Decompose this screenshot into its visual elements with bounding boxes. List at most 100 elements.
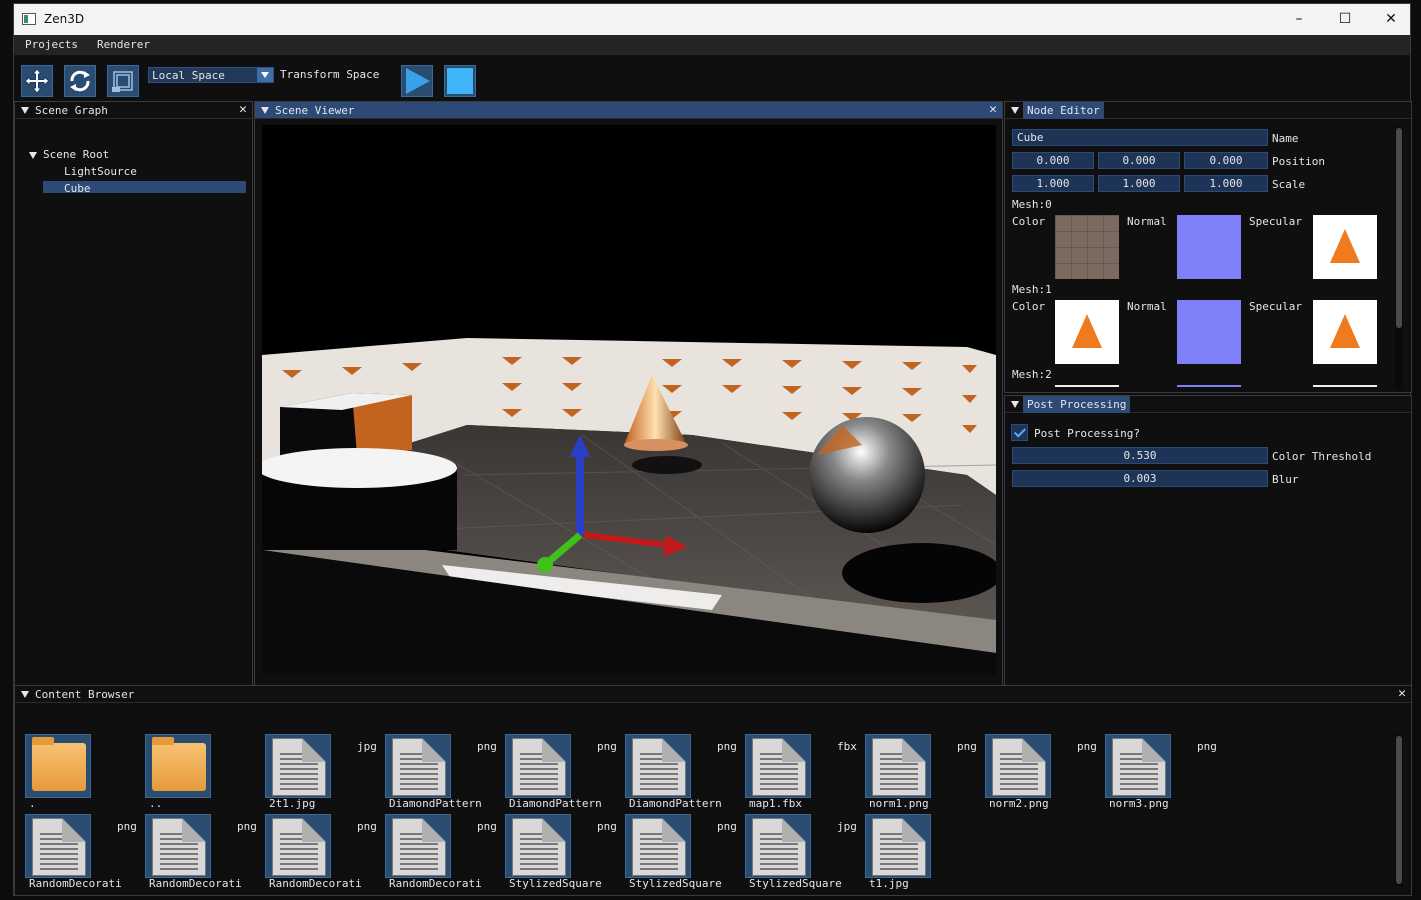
file-extension: jpg [357, 740, 377, 753]
file-icon[interactable] [505, 734, 571, 798]
transform-space-select[interactable]: Local Space [148, 67, 274, 83]
mesh-1-specular-texture[interactable] [1313, 300, 1377, 364]
collapse-triangle-icon[interactable] [261, 107, 269, 114]
menu-projects[interactable]: Projects [25, 38, 78, 51]
file-icon[interactable] [745, 814, 811, 878]
minimize-button[interactable]: – [1276, 4, 1322, 35]
mesh-0-normal-texture[interactable] [1177, 215, 1241, 279]
scale-tool-button[interactable] [107, 65, 139, 97]
scale-icon [112, 71, 133, 92]
stop-button[interactable] [444, 65, 476, 97]
node-editor-header[interactable]: Node Editor [1005, 102, 1411, 119]
scene-graph-header[interactable]: Scene Graph ✕ [15, 102, 252, 119]
file-icon[interactable] [625, 734, 691, 798]
folder-icon[interactable] [145, 734, 211, 798]
position-z-field[interactable]: 0.000 [1184, 152, 1268, 169]
scale-y-field[interactable]: 1.000 [1098, 175, 1180, 192]
collapse-triangle-icon[interactable] [1011, 401, 1019, 408]
file-item[interactable]: png RandomDecorati [265, 814, 385, 894]
file-icon[interactable] [745, 734, 811, 798]
file-icon[interactable] [265, 814, 331, 878]
file-item[interactable]: png norm1.png [865, 734, 985, 814]
file-item[interactable]: png norm3.png [1105, 734, 1225, 814]
file-name: RandomDecorati [149, 877, 242, 890]
folder-icon[interactable] [25, 734, 91, 798]
collapse-triangle-icon[interactable] [21, 691, 29, 698]
scale-x-field[interactable]: 1.000 [1012, 175, 1094, 192]
file-icon[interactable] [265, 734, 331, 798]
play-button[interactable] [401, 65, 433, 97]
content-browser-header[interactable]: Content Browser ✕ [15, 686, 1411, 703]
file-icon[interactable] [865, 734, 931, 798]
scrollbar-thumb[interactable] [1396, 736, 1402, 884]
position-y-field[interactable]: 0.000 [1098, 152, 1180, 169]
file-icon[interactable] [25, 814, 91, 878]
mesh-2-color-texture[interactable] [1055, 385, 1119, 387]
transform-space-value: Local Space [152, 69, 225, 82]
content-browser-scrollbar[interactable] [1395, 734, 1403, 886]
file-icon[interactable] [505, 814, 571, 878]
menu-renderer[interactable]: Renderer [97, 38, 150, 51]
mesh-2-specular-texture[interactable] [1313, 385, 1377, 387]
position-y-value: 0.000 [1122, 154, 1156, 167]
scene-viewer-header[interactable]: Scene Viewer ✕ [255, 102, 1002, 119]
scale-z-field[interactable]: 1.000 [1184, 175, 1268, 192]
file-icon[interactable] [145, 814, 211, 878]
file-icon[interactable] [865, 814, 931, 878]
maximize-button[interactable]: ☐ [1322, 4, 1368, 35]
mesh-0-color-texture[interactable] [1055, 215, 1119, 279]
rotate-tool-button[interactable] [64, 65, 96, 97]
mesh-2-label: Mesh:2 [1012, 368, 1052, 381]
file-icon[interactable] [985, 734, 1051, 798]
tree-item-scene-root[interactable]: Scene Root [43, 148, 109, 161]
file-item[interactable]: png RandomDecorati [145, 814, 265, 894]
file-icon[interactable] [625, 814, 691, 878]
file-item[interactable]: png DiamondPattern [625, 734, 745, 814]
move-tool-button[interactable] [21, 65, 53, 97]
folder-item[interactable]: . [25, 734, 145, 814]
position-x-field[interactable]: 0.000 [1012, 152, 1094, 169]
file-item[interactable]: png norm2.png [985, 734, 1105, 814]
file-name: DiamondPattern [509, 797, 602, 810]
mesh-0-color-label: Color [1012, 215, 1046, 228]
post-processing-checkbox[interactable] [1011, 424, 1028, 441]
file-item[interactable]: png DiamondPattern [385, 734, 505, 814]
mesh-1-color-texture[interactable] [1055, 300, 1119, 364]
file-item[interactable]: png RandomDecorati [385, 814, 505, 894]
file-icon[interactable] [385, 734, 451, 798]
scrollbar-thumb[interactable] [1396, 128, 1402, 328]
rotate-icon [70, 70, 90, 92]
collapse-triangle-icon[interactable] [21, 107, 29, 114]
close-icon[interactable]: ✕ [239, 102, 247, 117]
file-item[interactable]: fbx map1.fbx [745, 734, 865, 814]
file-item[interactable]: png RandomDecorati [25, 814, 145, 894]
file-item[interactable]: t1.jpg [865, 814, 985, 894]
close-button[interactable]: ✕ [1368, 4, 1414, 35]
node-editor-scrollbar[interactable] [1395, 126, 1403, 390]
folder-item[interactable]: .. [145, 734, 265, 814]
mesh-2-normal-texture[interactable] [1177, 385, 1241, 387]
file-item[interactable]: png StylizedSquare [505, 814, 625, 894]
3d-viewport[interactable] [262, 125, 996, 675]
file-item[interactable]: png DiamondPattern [505, 734, 625, 814]
scale-z-value: 1.000 [1209, 177, 1243, 190]
file-extension: png [477, 820, 497, 833]
tree-item-cube[interactable]: Cube [64, 182, 91, 195]
close-icon[interactable]: ✕ [1398, 686, 1406, 701]
color-threshold-slider[interactable]: 0.530 [1012, 447, 1268, 464]
file-item[interactable]: jpg StylizedSquare [745, 814, 865, 894]
scene-graph-title: Scene Graph [35, 104, 108, 117]
file-icon[interactable] [1105, 734, 1171, 798]
close-icon[interactable]: ✕ [989, 102, 997, 117]
file-item[interactable]: png StylizedSquare [625, 814, 745, 894]
tree-item-lightsource[interactable]: LightSource [64, 165, 137, 178]
file-item[interactable]: jpg 2t1.jpg [265, 734, 385, 814]
expand-triangle-icon[interactable] [29, 152, 37, 159]
post-processing-header[interactable]: Post Processing [1005, 396, 1411, 413]
mesh-1-normal-texture[interactable] [1177, 300, 1241, 364]
collapse-triangle-icon[interactable] [1011, 107, 1019, 114]
mesh-0-specular-texture[interactable] [1313, 215, 1377, 279]
name-field[interactable]: Cube [1012, 129, 1268, 146]
blur-slider[interactable]: 0.003 [1012, 470, 1268, 487]
file-icon[interactable] [385, 814, 451, 878]
